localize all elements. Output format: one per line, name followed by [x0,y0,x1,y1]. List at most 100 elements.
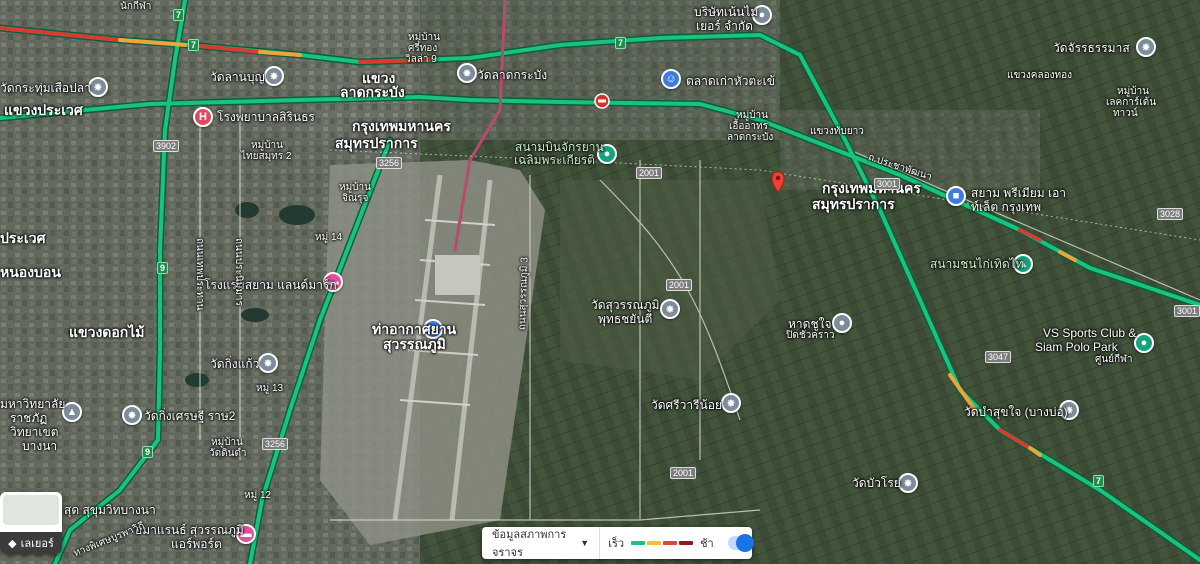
small-label: หมู่บ้าน [1117,86,1149,97]
place-label[interactable]: ท่าอากาศยาน [372,321,456,337]
road-shield: 3001 [1174,305,1200,317]
small-label: ศรีทอง [408,43,438,54]
highway-shield: 7 [1093,475,1105,487]
layers-icon: ◆ [8,537,17,550]
traffic-info-dropdown[interactable]: ข้อมูลสภาพการจราจร ▼ [482,527,601,559]
small-label: ลาดกระบัง [727,132,774,143]
chevron-down-icon: ▼ [580,538,590,548]
satellite-map[interactable] [0,0,1200,564]
place-label[interactable]: Siam Polo Park [1035,340,1118,354]
place-status: ปิดชั่วคราว [786,330,835,341]
province-label: กรุงเทพมหานคร [352,118,451,134]
hospital-pin-icon[interactable]: H [193,107,213,127]
place-label[interactable]: วัดจัรรธรรมาส [1053,41,1130,55]
place-label[interactable]: วัดบัวโรย [852,476,901,490]
district-label: แขวงดอกไม้ [69,324,145,340]
temple-pin-icon[interactable]: ✸ [721,393,741,413]
place-label[interactable]: วัดบำสุขใจ (บางบ่อ) [964,405,1068,419]
small-label: หมู่บ้าน [339,182,371,193]
place-label[interactable]: วัดสุวรรณภูมิ [591,298,659,312]
layers-label: เลเยอร์ [20,538,54,550]
province-label: กรุงเทพมหานคร [822,180,921,196]
place-label[interactable]: แอร์พอร์ต [171,537,222,551]
road-shield: 3902 [153,140,180,152]
district-label: หนองบอน [0,264,61,280]
place-label[interactable]: เฉลิมพระเกียรติ [514,153,595,167]
traffic-swatch [663,541,678,545]
place-label[interactable]: บางนา [22,439,57,453]
small-label: ไทยสมุทร 2 [241,151,292,162]
highway-shield: 9 [157,262,169,274]
place-label[interactable]: ราชภัฏ [10,411,47,425]
temple-pin-icon[interactable]: ✸ [1136,37,1156,57]
slow-label: ช้า [700,538,714,550]
place-label[interactable]: สยาม พรีเมียม เอา [971,186,1066,200]
place-label[interactable]: บริษัทเน้นไม [694,5,758,19]
small-label: หมู่ 14 [315,232,343,243]
place-label[interactable]: วัดกิ่งเศรษฐี ราษ2 [144,409,235,423]
layers-button[interactable]: ◆ เลเยอร์ [0,492,62,554]
traffic-swatch [631,541,646,545]
place-label[interactable]: วัดลานบุญ [210,70,265,84]
place-label[interactable]: มหาวิทยาลัย [0,397,65,411]
beach-pin-icon[interactable]: ● [832,313,852,333]
place-label[interactable]: หาดชูใจ [788,317,831,331]
temple-pin-icon[interactable]: ✸ [88,77,108,97]
traffic-swatch [679,541,694,545]
road-shield: 3256 [262,438,289,450]
temple-pin-icon[interactable]: ✸ [898,473,918,493]
district-label: แขวงประเวศ [4,102,83,118]
small-label: หมู่บ้าน [408,32,440,43]
shopping-cart-pin-icon[interactable]: ☺ [661,69,681,89]
place-label[interactable]: วิทยาเขต [10,425,59,439]
small-label: เลคการ์เด้น [1106,97,1157,108]
place-label[interactable]: โรงพยาบาลสิรินธร [217,110,315,124]
sports-club-pin-icon[interactable]: ● [1134,333,1154,353]
place-label[interactable]: พุทธชยันตี [598,312,652,326]
small-label: ทาวน์ [1113,108,1138,119]
place-label[interactable]: วัดลาดกระบัง [477,68,547,82]
temple-pin-icon[interactable]: ✸ [660,299,680,319]
small-label: หมู่บ้าน [736,110,768,121]
traffic-swatch [647,541,662,545]
place-label[interactable]: เยอร์ จำกัด [696,19,753,33]
small-label: แขวงทับยาว [810,126,864,137]
place-category: ศูนย์กีฬา [1095,354,1133,365]
temple-pin-icon[interactable]: ✸ [258,353,278,373]
road-shield: 2001 [636,167,663,179]
small-label: หมู่บ้าน [211,437,243,448]
place-label[interactable]: สุวรรณภูมิ [383,336,446,352]
temple-pin-icon[interactable]: ✸ [264,66,284,86]
small-label: หมู่ 13 [256,383,284,394]
place-label[interactable]: วัดกระทุ่มเสือปลา [0,81,91,95]
shopping-bag-pin-icon[interactable]: ■ [946,186,966,206]
traffic-toggle[interactable] [727,534,754,552]
small-label: หมู่บ้าน [251,140,283,151]
district-label: ลาดกระบัง [340,84,405,100]
small-label: วัดดินดำ [209,448,247,459]
small-label: จิณรุจ [342,193,369,204]
traffic-legend: ข้อมูลสภาพการจราจร ▼ เร็ว ช้า [482,527,754,559]
place-label[interactable]: วัดศรีวารีน้อย [651,398,722,412]
road-closure-icon [594,93,610,109]
place-label[interactable]: VS Sports Club & [1043,326,1136,340]
temple-pin-icon[interactable]: ✸ [122,405,142,425]
place-label[interactable]: ท์เล็ต กรุงเทพ [971,200,1041,214]
place-label[interactable]: โรงแรมสยาม แลนด์มาร์ก [204,278,337,292]
place-label[interactable]: สนามบินจักรยาน [515,140,604,154]
district-label: ประเวศ [0,230,46,246]
road-label: ถนนประนิมมาร [233,238,244,306]
road-shield: 3028 [1157,208,1184,220]
traffic-info-label: ข้อมูลสภาพการจราจร [492,529,567,559]
highway-shield: 7 [173,9,185,21]
temple-pin-icon[interactable]: ✸ [457,63,477,83]
place-label[interactable]: วัดกิ่งแก้ว [210,357,259,371]
place-label[interactable]: สนามชนไก่เทิดไท [930,257,1024,271]
place-label[interactable]: ตลาดเก่าหัวตะเข้ [686,74,775,88]
road-label: ถนนเทพประทาน [194,238,205,311]
province-label: สมุทรปราการ [335,135,418,151]
road-shield: 2001 [666,279,693,291]
place-label[interactable]: สุด สุขุมวิทบางนา [64,503,156,517]
place-label[interactable]: อมาแรนธ์ สุวรรณภูมิ [135,523,244,537]
road-shield: 2001 [670,467,697,479]
